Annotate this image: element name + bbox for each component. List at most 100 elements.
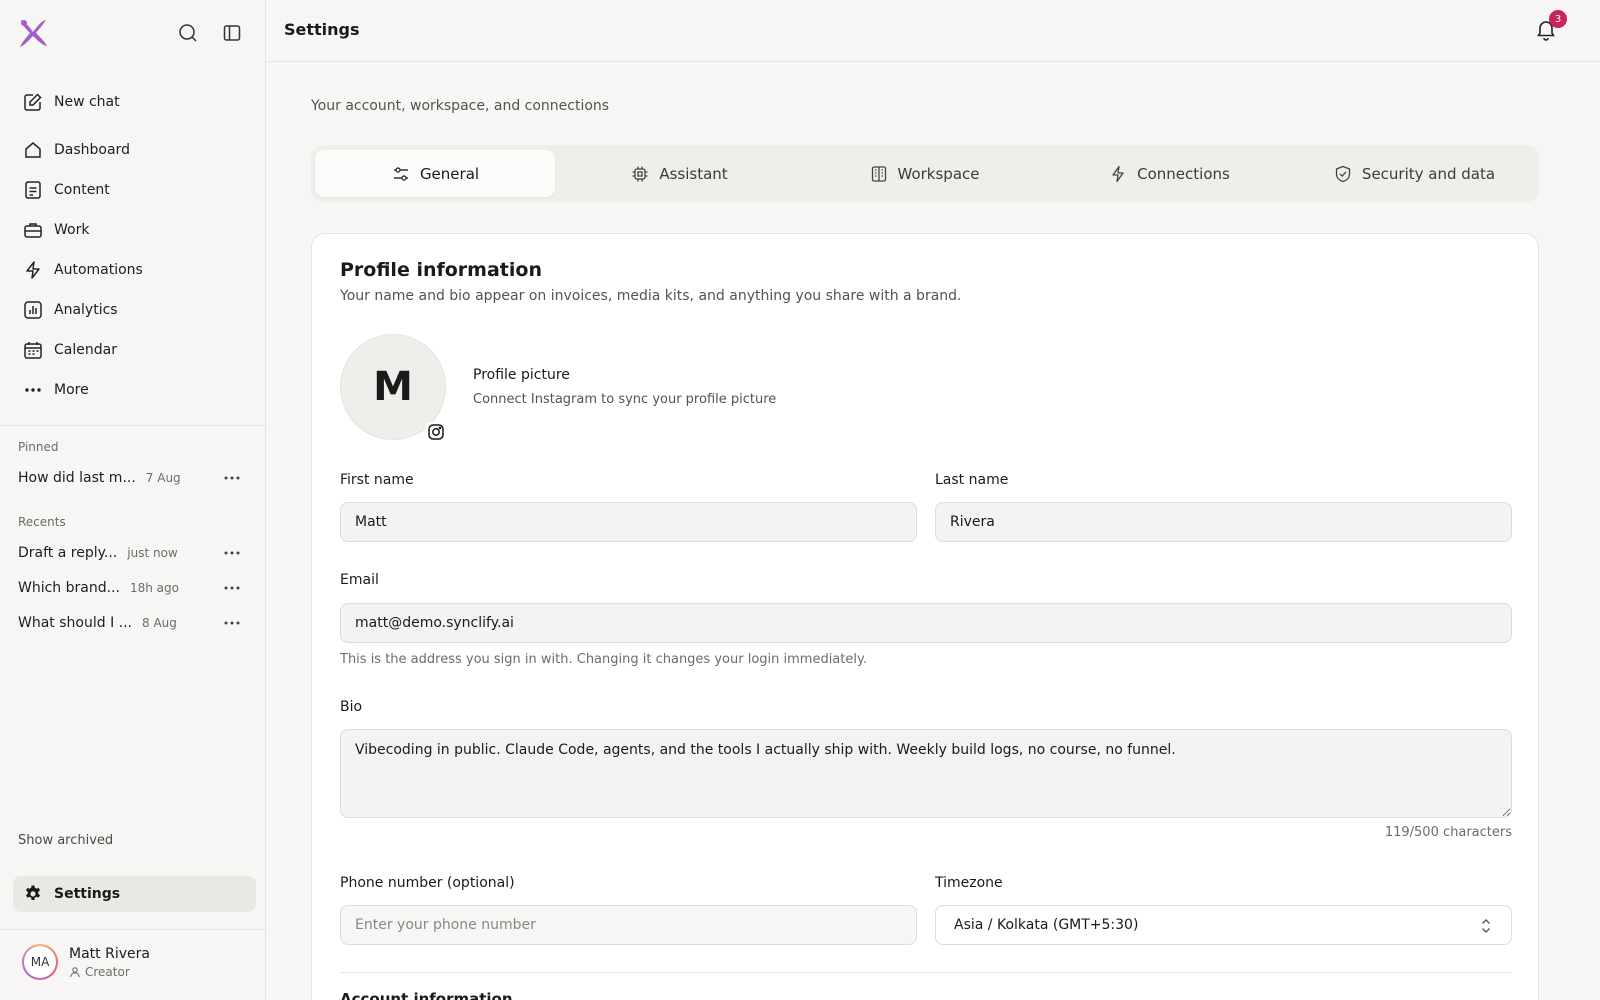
chat-options-icon[interactable] bbox=[222, 545, 242, 561]
sidebar-item-label: Work bbox=[54, 222, 90, 238]
recent-chat-item[interactable]: Draft a reply... just now bbox=[12, 538, 252, 568]
sidebar-item-dashboard[interactable]: Dashboard bbox=[14, 132, 254, 168]
bio-textarea[interactable]: Vibecoding in public. Claude Code, agent… bbox=[340, 729, 1512, 818]
timezone-label: Timezone bbox=[935, 875, 1003, 891]
sidebar-item-label: Calendar bbox=[54, 342, 117, 358]
tab-label: General bbox=[419, 164, 480, 183]
page-title: Settings bbox=[284, 20, 360, 39]
top-header: Settings 3 bbox=[266, 0, 1600, 62]
tab-label: Assistant bbox=[659, 164, 728, 183]
sidebar-item-label: Automations bbox=[54, 262, 143, 278]
account-information-title: Account information bbox=[340, 990, 513, 1000]
instagram-icon[interactable] bbox=[426, 422, 446, 442]
lightning-icon bbox=[22, 259, 44, 281]
home-icon bbox=[22, 139, 44, 161]
avatar: MA bbox=[22, 944, 58, 980]
email-label: Email bbox=[340, 572, 379, 588]
chip-icon bbox=[630, 164, 650, 184]
more-icon bbox=[22, 379, 44, 401]
sidebar-item-label: Dashboard bbox=[54, 142, 130, 158]
tab-label: Connections bbox=[1137, 164, 1230, 183]
building-icon bbox=[869, 164, 889, 184]
profile-picture-title: Profile picture bbox=[473, 367, 570, 383]
sidebar-item-settings[interactable]: Settings bbox=[13, 876, 256, 912]
last-name-field[interactable] bbox=[935, 502, 1512, 542]
lightning-icon bbox=[1108, 164, 1128, 184]
user-role: Creator bbox=[85, 964, 130, 979]
sidebar-item-analytics[interactable]: Analytics bbox=[14, 292, 254, 328]
sidebar: New chat Dashboard Content Work Automati… bbox=[0, 0, 266, 1000]
settings-tabs: General Assistant Workspace Connections … bbox=[311, 145, 1539, 202]
gear-icon bbox=[22, 883, 44, 905]
app-logo[interactable] bbox=[16, 16, 50, 50]
sidebar-item-label: More bbox=[54, 382, 89, 398]
timezone-select[interactable]: Asia / Kolkata (GMT+5:30) bbox=[935, 905, 1512, 945]
search-icon[interactable] bbox=[176, 21, 200, 45]
analytics-icon bbox=[22, 299, 44, 321]
last-name-label: Last name bbox=[935, 472, 1009, 488]
new-chat-button[interactable]: New chat bbox=[14, 84, 254, 120]
pinned-label: Pinned bbox=[18, 440, 59, 454]
tab-general[interactable]: General bbox=[315, 150, 555, 197]
first-name-field[interactable] bbox=[340, 502, 917, 542]
user-name: Matt Rivera bbox=[69, 945, 150, 962]
profile-section-title: Profile information bbox=[340, 259, 542, 281]
email-field[interactable] bbox=[340, 603, 1512, 643]
briefcase-icon bbox=[22, 219, 44, 241]
chat-time: 7 Aug bbox=[145, 471, 181, 485]
chat-time: 18h ago bbox=[129, 581, 179, 595]
sidebar-item-content[interactable]: Content bbox=[14, 172, 254, 208]
tab-security-and-data[interactable]: Security and data bbox=[1294, 150, 1534, 197]
edit-icon bbox=[22, 91, 44, 113]
user-icon bbox=[70, 966, 80, 977]
show-archived-link[interactable]: Show archived bbox=[18, 833, 113, 848]
sidebar-item-label: Content bbox=[54, 182, 110, 198]
profile-picture-subtitle: Connect Instagram to sync your profile p… bbox=[473, 392, 777, 407]
recents-label: Recents bbox=[18, 515, 66, 529]
sidebar-item-automations[interactable]: Automations bbox=[14, 252, 254, 288]
pinned-chat-item[interactable]: How did last m... 7 Aug bbox=[12, 463, 252, 493]
chat-options-icon[interactable] bbox=[222, 580, 242, 596]
tab-assistant[interactable]: Assistant bbox=[559, 150, 799, 197]
bio-character-counter: 119/500 characters bbox=[1384, 825, 1512, 840]
avatar-initials: MA bbox=[24, 946, 56, 978]
tab-label: Workspace bbox=[897, 164, 980, 183]
sidebar-header bbox=[0, 0, 266, 66]
shield-icon bbox=[1333, 164, 1353, 184]
tab-label: Security and data bbox=[1361, 164, 1496, 183]
email-help-text: This is the address you sign in with. Ch… bbox=[340, 652, 867, 667]
profile-section-description: Your name and bio appear on invoices, me… bbox=[340, 288, 962, 304]
sidebar-item-work[interactable]: Work bbox=[14, 212, 254, 248]
user-profile-menu[interactable]: MA Matt Rivera Creator bbox=[12, 934, 256, 990]
section-divider bbox=[340, 972, 1512, 973]
bio-label: Bio bbox=[340, 699, 363, 715]
calendar-icon bbox=[22, 339, 44, 361]
sidebar-item-label: Analytics bbox=[54, 302, 118, 318]
sidebar-item-more[interactable]: More bbox=[14, 372, 254, 408]
chat-options-icon[interactable] bbox=[222, 470, 242, 486]
settings-label: Settings bbox=[54, 886, 121, 902]
recent-chat-item[interactable]: What should I ... 8 Aug bbox=[12, 608, 252, 638]
chat-time: 8 Aug bbox=[142, 616, 177, 630]
chat-time: just now bbox=[127, 546, 178, 560]
tab-connections[interactable]: Connections bbox=[1049, 150, 1289, 197]
phone-field[interactable] bbox=[340, 905, 917, 945]
document-icon bbox=[22, 179, 44, 201]
sidebar-item-calendar[interactable]: Calendar bbox=[14, 332, 254, 368]
recent-chat-item[interactable]: Which brand... 18h ago bbox=[12, 573, 252, 603]
chat-title: What should I ... bbox=[18, 615, 132, 631]
notification-count-badge: 3 bbox=[1549, 10, 1567, 28]
toggle-sidebar-icon[interactable] bbox=[220, 21, 244, 45]
first-name-label: First name bbox=[340, 472, 414, 488]
profile-card: Profile information Your name and bio ap… bbox=[311, 233, 1539, 1000]
chat-options-icon[interactable] bbox=[222, 615, 242, 631]
timezone-value: Asia / Kolkata (GMT+5:30) bbox=[954, 917, 1139, 933]
tab-workspace[interactable]: Workspace bbox=[804, 150, 1044, 197]
sliders-icon bbox=[391, 164, 411, 184]
page-subtitle: Your account, workspace, and connections bbox=[311, 98, 610, 114]
chevron-up-down-icon bbox=[1479, 917, 1493, 935]
chat-title: Draft a reply... bbox=[18, 545, 118, 561]
chat-title: How did last m... bbox=[18, 470, 136, 486]
new-chat-label: New chat bbox=[54, 94, 120, 110]
phone-label: Phone number (optional) bbox=[340, 875, 515, 891]
